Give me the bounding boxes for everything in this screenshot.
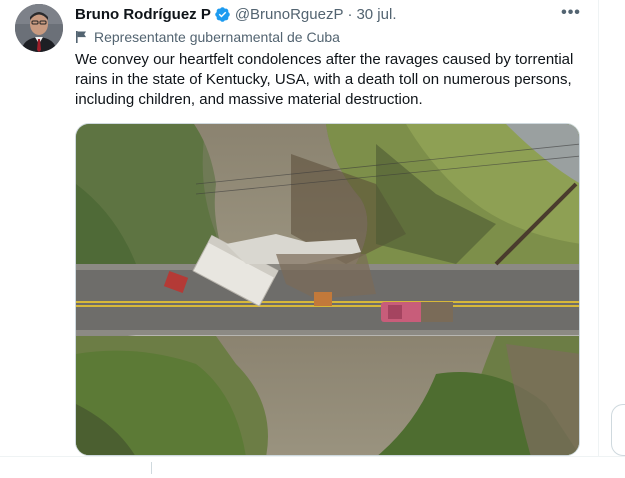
side-panel-edge: [611, 404, 625, 456]
flag-icon: [75, 30, 88, 44]
tweet-article[interactable]: Bruno Rodríguez P @BrunoRguezP · 30 jul.…: [0, 0, 600, 456]
column-border: [598, 0, 599, 456]
separator-dot: ·: [347, 5, 353, 23]
verified-badge-icon: [214, 6, 231, 23]
tweet-header: Bruno Rodríguez P @BrunoRguezP · 30 jul.: [75, 4, 396, 24]
author-handle[interactable]: @BrunoRguezP: [235, 6, 344, 23]
bottom-bar: [0, 456, 625, 478]
tweet-photo[interactable]: [75, 123, 580, 456]
more-options-icon[interactable]: •••: [560, 2, 582, 24]
author-name[interactable]: Bruno Rodríguez P: [75, 6, 211, 23]
account-label[interactable]: Representante gubernamental de Cuba: [75, 28, 340, 46]
account-label-text: Representante gubernamental de Cuba: [94, 29, 340, 45]
tweet-text: We convey our heartfelt condolences afte…: [75, 51, 574, 108]
avatar[interactable]: [15, 4, 63, 52]
flood-aerial-photo: [76, 124, 579, 455]
bottom-divider: [151, 462, 152, 474]
tweet-date[interactable]: 30 jul.: [356, 6, 396, 23]
